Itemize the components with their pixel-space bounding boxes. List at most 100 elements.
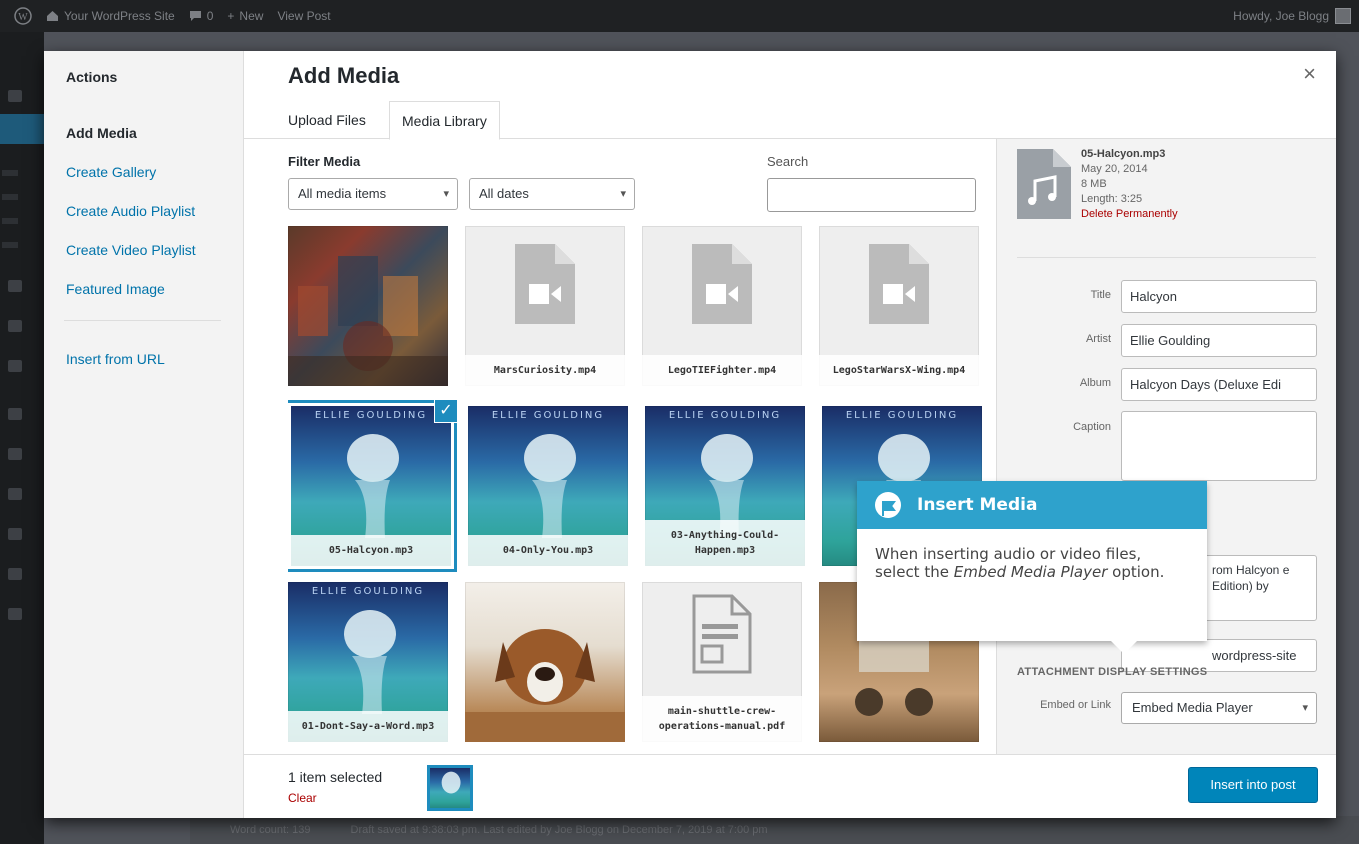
attachment-length: Length: 3:25 [1081,193,1143,205]
selection-thumbnail[interactable] [427,765,473,811]
menu-item-insert-from-url[interactable]: Insert from URL [44,339,243,378]
caption-label: Caption [1073,421,1111,433]
menu-item-placeholder [2,194,18,200]
user-account-menu[interactable]: Howdy, Joe Blogg [1233,0,1351,32]
pointer-header: Insert Media [857,481,1207,529]
add-media-modal: Actions Add Media Create Gallery Create … [44,51,1336,818]
chevron-down-icon: ▾ [1302,702,1308,714]
pointer-title: Insert Media [917,495,1038,515]
attachment-caption: LegoTIEFighter.mp4 [642,355,802,386]
title-field[interactable]: Halcyon [1121,280,1317,313]
site-name-link[interactable]: Your WordPress Site [46,9,175,23]
appearance-icon[interactable] [8,408,22,420]
plus-icon: + [227,9,235,23]
router-tabs: Upload Files Media Library [244,101,1336,140]
document-file-icon [692,594,752,674]
album-band-text: ELLIE GOULDING [311,586,425,597]
modal-title: Add Media [288,63,400,88]
caption-field[interactable] [1121,411,1317,481]
artist-field[interactable]: Ellie Goulding [1121,324,1317,357]
attachment-audio[interactable]: ELLIE GOULDING 04-Only-You.mp3 [468,406,628,566]
album-art [524,434,576,538]
media-type-value: All media items [298,186,387,201]
media-icon[interactable] [8,280,22,292]
date-filter-select[interactable]: All dates ▾ [469,178,635,210]
comments-count: 0 [206,9,214,23]
pointer-arrow [1111,641,1137,654]
tab-upload-files[interactable]: Upload Files [276,101,378,139]
settings-icon[interactable] [8,568,22,580]
album-label: Album [1079,377,1111,389]
attachment-image-collage[interactable] [288,226,448,386]
media-frame-toolbar: 1 item selected Clear Insert into post [244,754,1336,818]
menu-item-placeholder [2,170,18,176]
attachment-document[interactable]: main-shuttle-crew-operations-manual.pdf [642,582,802,742]
selected-check-icon[interactable]: ✓ [434,399,458,423]
view-post-label: View Post [277,9,331,23]
attachment-caption: 04-Only-You.mp3 [468,535,628,566]
home-icon [47,11,58,21]
date-filter-value: All dates [479,186,529,201]
collapse-menu-icon[interactable] [8,608,22,620]
svg-text:W: W [18,12,28,23]
new-content-link[interactable]: + New [227,9,263,23]
attachment-audio[interactable]: ELLIE GOULDING 01-Dont-Say-a-Word.mp3 [288,582,448,742]
media-type-select[interactable]: All media items ▾ [288,178,458,210]
album-band-text: ELLIE GOULDING [314,410,428,421]
menu-item-placeholder [2,218,18,224]
embed-or-link-value: Embed Media Player [1132,700,1253,715]
plugins-icon[interactable] [8,448,22,460]
attachment-caption: MarsCuriosity.mp4 [465,355,625,386]
word-count: Word count: 139 [230,824,311,836]
comments-icon[interactable] [8,360,22,372]
dog-thumbnail [465,629,625,742]
pages-icon[interactable] [8,320,22,332]
delete-permanently-link[interactable]: Delete Permanently [1081,207,1178,222]
search-label: Search [767,154,809,169]
site-name-label: Your WordPress Site [64,9,175,23]
audio-file-icon [1017,149,1071,219]
howdy-label: Howdy, Joe Blogg [1233,9,1329,23]
users-icon[interactable] [8,488,22,500]
menu-item-placeholder [2,242,18,248]
attachment-video[interactable]: MarsCuriosity.mp4 [465,226,625,386]
insert-into-post-button[interactable]: Insert into post [1188,767,1318,803]
attachment-image-dog[interactable] [465,582,625,742]
tools-icon[interactable] [8,528,22,540]
attachment-audio-selected[interactable]: ELLIE GOULDING 05-Halcyon.mp3 ✓ [291,399,458,566]
attachment-details: 05-Halcyon.mp3 May 20, 2014 8 MB Length:… [996,139,1336,765]
comments-link[interactable]: 0 [189,9,214,23]
menu-item-create-video-playlist[interactable]: Create Video Playlist [44,230,243,269]
details-separator [1017,257,1316,258]
flag-icon [875,492,901,518]
menu-item-create-gallery[interactable]: Create Gallery [44,152,243,191]
wordpress-logo-icon[interactable]: W [14,7,32,25]
search-input[interactable] [767,178,976,212]
album-band-text: ELLIE GOULDING [668,410,782,421]
embed-or-link-label: Embed or Link [1040,699,1111,711]
comment-icon [189,11,201,21]
clear-selection-link[interactable]: Clear [288,791,317,805]
artist-label: Artist [1085,333,1111,345]
dashboard-icon[interactable] [8,90,22,102]
chevron-down-icon: ▾ [443,188,449,200]
close-icon[interactable]: × [1303,63,1316,85]
attachment-video[interactable]: LegoTIEFighter.mp4 [642,226,802,386]
view-post-link[interactable]: View Post [277,9,330,23]
new-label: New [239,9,264,23]
album-art [441,771,461,794]
avatar [1335,8,1351,24]
attachment-filename: 05-Halcyon.mp3 [1081,148,1166,160]
album-field[interactable]: Halcyon Days (Deluxe Edi [1121,368,1317,401]
menu-item-create-audio-playlist[interactable]: Create Audio Playlist [44,191,243,230]
menu-item-add-media[interactable]: Add Media [44,113,243,152]
title-label: Title [1090,289,1111,301]
tab-media-library[interactable]: Media Library [389,101,500,140]
attachment-audio[interactable]: ELLIE GOULDING 03-Anything-Could-Happen.… [645,406,805,566]
embed-or-link-select[interactable]: Embed Media Player ▾ [1121,692,1317,724]
attachment-caption: 03-Anything-Could-Happen.mp3 [645,520,805,566]
posts-menu-icon[interactable] [0,114,44,144]
attachment-video[interactable]: LegoStarWarsX-Wing.mp4 [819,226,979,386]
pointer-body: When inserting audio or video files, sel… [857,529,1207,597]
menu-item-featured-image[interactable]: Featured Image [44,269,243,308]
